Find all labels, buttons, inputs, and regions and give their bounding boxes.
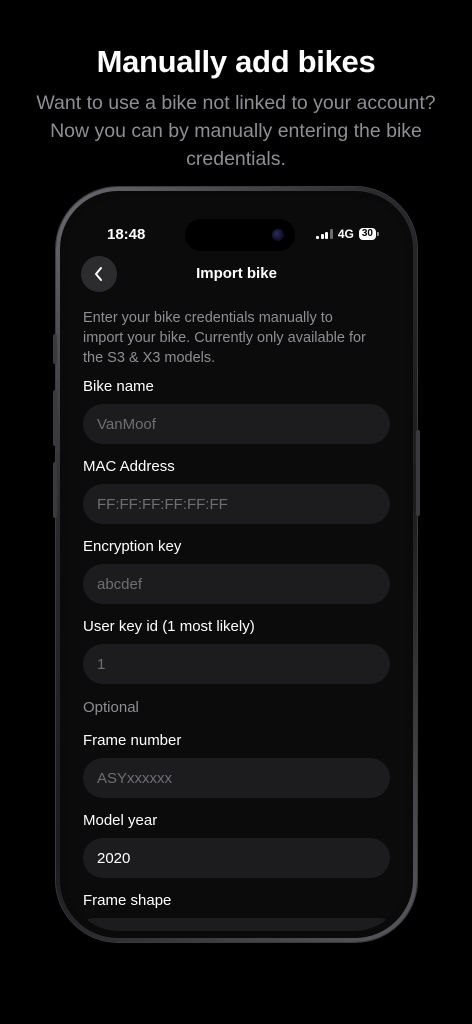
mac-address-input[interactable]: [83, 484, 390, 524]
model-year-input[interactable]: [83, 838, 390, 878]
mac-address-label: MAC Address: [83, 458, 175, 475]
optional-section-label: Optional: [83, 699, 139, 716]
frame-shape-input[interactable]: [83, 918, 390, 931]
power-button: [416, 430, 420, 516]
frame-number-input[interactable]: [83, 758, 390, 798]
phone-frame: 18:48 4G 30 Import bike Enter your bike …: [53, 187, 420, 942]
user-key-id-input[interactable]: [83, 644, 390, 684]
bike-name-input[interactable]: [83, 404, 390, 444]
volume-up-button: [53, 390, 57, 446]
network-label: 4G: [337, 227, 354, 241]
encryption-key-label: Encryption key: [83, 538, 182, 555]
app-screen: 18:48 4G 30 Import bike Enter your bike …: [67, 198, 406, 931]
promo-subline: Want to use a bike not linked to your ac…: [36, 92, 436, 170]
user-key-id-label: User key id (1 most likely): [83, 618, 255, 635]
frame-number-label: Frame number: [83, 732, 182, 749]
dynamic-island: [185, 219, 295, 251]
intro-text: Enter your bike credentials manually to …: [83, 310, 366, 366]
battery-level: 30: [361, 228, 373, 239]
frame-shape-label: Frame shape: [83, 892, 172, 909]
signal-icon: [316, 229, 333, 239]
action-button: [53, 334, 57, 364]
status-time: 18:48: [107, 226, 146, 243]
model-year-label: Model year: [83, 812, 158, 829]
status-indicators: 4G 30: [316, 227, 380, 241]
camera-icon: [272, 229, 284, 241]
promo-headline: Manually add bikes: [96, 44, 376, 79]
bike-name-label: Bike name: [83, 378, 154, 395]
encryption-key-input[interactable]: [83, 564, 390, 604]
page-title: Import bike: [196, 265, 277, 282]
battery-icon: 30: [358, 228, 380, 240]
volume-down-button: [53, 462, 57, 518]
